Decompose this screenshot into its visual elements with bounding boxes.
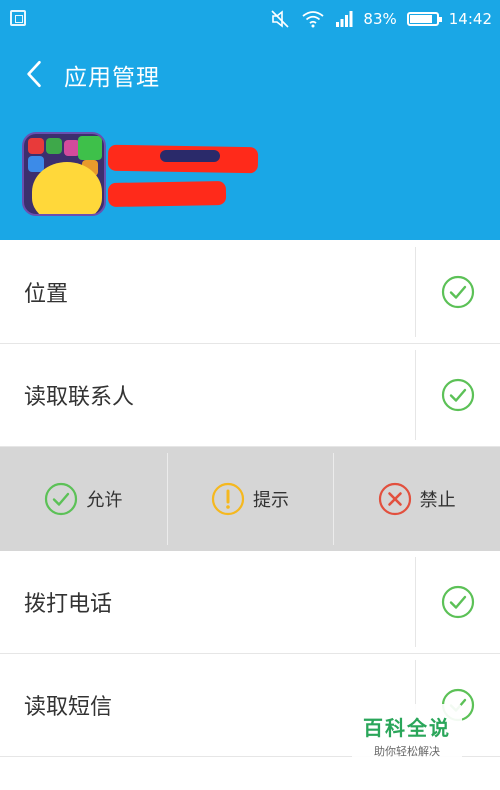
mute-icon [271,10,289,28]
permission-row-location[interactable]: 位置 [0,241,500,344]
app-bar: 应用管理 [0,38,500,110]
page-title: 应用管理 [64,65,160,91]
app-icon [22,132,106,216]
permission-row-phone-call[interactable]: 拨打电话 [0,551,500,654]
prompt-label: 提示 [253,490,289,511]
check-circle-icon [45,482,78,516]
app-badge-icon [78,136,102,160]
row-divider [415,247,416,337]
signal-icon [336,11,353,27]
row-divider [415,557,416,647]
redacted-app-version [107,180,227,208]
battery-icon [406,12,442,26]
check-circle-icon[interactable] [441,585,475,619]
check-circle-icon[interactable] [441,378,475,412]
app-info-header [0,110,500,240]
allow-button[interactable]: 允许 [0,447,167,551]
check-circle-icon[interactable] [441,275,475,309]
watermark-title: 百科全说 [363,716,451,740]
alert-circle-icon [211,482,245,516]
permission-label: 读取短信 [24,695,113,720]
deny-label: 禁止 [419,490,456,511]
redacted-app-name-scribble [160,150,220,162]
permission-label: 拨打电话 [24,592,113,617]
status-bar-right: 83% 14:42 [271,8,492,30]
back-arrow-icon [27,60,41,88]
chick-illustration [32,162,102,214]
allow-label: 允许 [86,490,123,511]
x-circle-icon [378,482,411,516]
wifi-icon [302,11,324,28]
watermark: 百科全说 助你轻松解决 [352,704,462,764]
clock: 14:42 [448,10,492,28]
deny-button[interactable]: 禁止 [333,447,500,551]
row-divider [415,350,416,440]
prompt-button[interactable]: 提示 [166,447,334,551]
status-bar: 83% 14:42 [0,0,500,38]
back-button[interactable] [14,54,54,94]
permission-row-contacts[interactable]: 读取联系人 [0,344,500,447]
watermark-subtitle: 助你轻松解决 [374,745,440,758]
battery-percent: 83% [363,10,397,28]
permission-action-bar: 允许 提示 禁止 [0,447,500,551]
permission-label: 读取联系人 [24,385,135,410]
screenshot-icon [10,10,26,26]
permission-label: 位置 [24,282,69,307]
